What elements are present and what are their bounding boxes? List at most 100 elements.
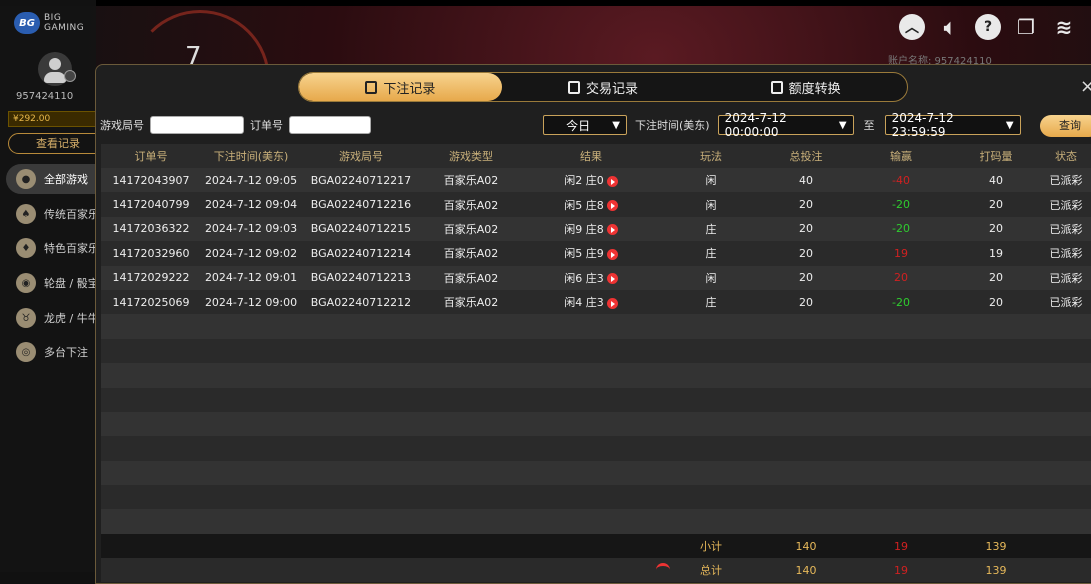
period-value: 今日 (566, 118, 591, 133)
cell-win-loss: -20 (851, 296, 951, 309)
start-time-select[interactable]: 2024-7-12 00:00:00 ▼ (717, 111, 854, 139)
cell-game-no-text: BGA02240712215 (310, 222, 412, 236)
cell-bet-time-text: 2024-7-12 09:01 (204, 271, 298, 285)
help-icon[interactable]: ? (975, 14, 1001, 40)
cell-game-no: BGA02240712215 (301, 222, 421, 235)
cell-status: 已派彩 (1041, 172, 1091, 188)
table-row: 14172036322 2024-7-12 09:03 BGA02240712215… (101, 216, 1091, 242)
tab-bet-records[interactable]: 下注记录 (299, 73, 502, 101)
cell-play-text: 庄 (705, 222, 717, 236)
sidebar-item-special-baccarat[interactable]: ♦ 特色百家乐 (6, 233, 101, 263)
cell-bet-time: 2024-7-12 09:03 (201, 222, 301, 235)
cell-status: 已派彩 (1041, 294, 1091, 310)
sidebar-item-all-games[interactable]: ● 全部游戏 (6, 164, 101, 194)
view-history-button[interactable]: 查看记录 (8, 133, 108, 154)
play-replay-icon[interactable] (606, 200, 618, 212)
cell-play-text: 庄 (705, 247, 717, 261)
cell-status: 已派彩 (1041, 221, 1091, 237)
cell-valid-bet: 20 (951, 271, 1041, 284)
cell-total-bet: 20 (761, 296, 851, 309)
cell-valid-bet: 20 (951, 198, 1041, 211)
col-status: 状态 (1055, 150, 1077, 163)
cell-game-type: 百家乐A02 (421, 294, 521, 310)
cell-result: 闲4 庄3 (521, 294, 661, 310)
logo-badge: BG (14, 12, 40, 34)
cell-result: 闲5 庄8 (521, 197, 661, 213)
cell-order-no-text: 14172043907 (112, 173, 190, 187)
cell-total-bet: 20 (761, 198, 851, 211)
sidebar-item-multi-bet[interactable]: ◎ 多台下注 (6, 337, 101, 367)
end-time-select[interactable]: 2024-7-12 23:59:59 ▼ (884, 111, 1021, 139)
coins-icon (770, 80, 783, 94)
cell-game-no-text: BGA02240712216 (310, 198, 412, 212)
roulette-icon: ◉ (16, 273, 36, 293)
sidebar-item-roulette-sicbo[interactable]: ◉ 轮盘 / 骰宝 (6, 268, 101, 298)
cell-win-loss-text: -20 (892, 222, 910, 236)
tab-label: 交易记录 (586, 81, 639, 97)
cell-win-loss: -20 (851, 222, 951, 235)
empty-row (101, 485, 1091, 510)
card-icon: ♦ (16, 238, 36, 258)
cell-status: 已派彩 (1041, 270, 1091, 286)
table-header: 订单号 下注时间(美东) 游戏局号 游戏类型 结果 玩法 总投注 输赢 打码量 … (101, 144, 1091, 168)
all-games-icon: ● (16, 169, 36, 189)
play-replay-icon[interactable] (606, 273, 618, 285)
play-replay-icon[interactable] (606, 175, 618, 187)
total-valid: 139 (985, 563, 1007, 577)
filter-bar: 游戏局号 订单号 今日 ▼ 下注时间(美东) 2024-7-12 00:00:0… (100, 111, 1091, 139)
table-row: 14172025069 2024-7-12 09:00 BGA02240712212… (101, 289, 1091, 315)
cell-play: 闲 (661, 197, 761, 213)
subtotal-row: 小计 140 19 139 (101, 534, 1091, 558)
cell-status-text: 已派彩 (1049, 222, 1083, 236)
cell-result-text: 闲4 庄3 (564, 296, 604, 310)
tab-label: 下注记录 (383, 81, 436, 97)
cell-win-loss: -20 (851, 198, 951, 211)
cell-game-no-text: BGA02240712212 (310, 295, 412, 309)
sound-icon[interactable]: 🔈︎ (937, 14, 963, 40)
subtotal-label: 小计 (700, 540, 722, 553)
sidebar-item-label: 传统百家乐 (44, 208, 99, 221)
cell-order-no: 14172043907 (101, 174, 201, 187)
total-bet: 140 (795, 563, 817, 577)
sidebar-item-dragon-tiger[interactable]: ♉ 龙虎 / 牛牛 (6, 303, 101, 333)
top-bar (0, 0, 1091, 6)
wifi-icon[interactable]: ≋ (1051, 14, 1077, 40)
cell-win-loss-text: -20 (892, 295, 910, 309)
brand-logo: BG BIG GAMING (14, 12, 84, 34)
cell-bet-time-text: 2024-7-12 09:04 (204, 198, 298, 212)
cell-game-no-text: BGA02240712217 (310, 173, 412, 187)
cell-win-loss: 20 (851, 271, 951, 284)
cell-game-type-text: 百家乐A02 (443, 222, 499, 236)
close-icon[interactable]: × (1080, 76, 1091, 97)
cell-game-no: BGA02240712217 (301, 174, 421, 187)
sidebar-item-classic-baccarat[interactable]: ♠ 传统百家乐 (6, 199, 101, 229)
cell-valid-bet-text: 20 (989, 295, 1003, 309)
cell-total-bet: 20 (761, 247, 851, 260)
query-button[interactable]: 查询 (1040, 115, 1091, 137)
cell-play-text: 闲 (705, 198, 717, 212)
collapse-icon[interactable]: ︿ (899, 14, 925, 40)
cell-win-loss: -40 (851, 174, 951, 187)
balance: ¥292.00 (8, 111, 96, 127)
cell-play-text: 闲 (705, 174, 717, 188)
copy-icon[interactable]: ❐ (1013, 14, 1039, 40)
cell-order-no: 14172040799 (101, 198, 201, 211)
play-replay-icon[interactable] (606, 248, 618, 260)
order-no-input[interactable] (289, 116, 371, 134)
period-select[interactable]: 今日 ▼ (543, 115, 627, 135)
cell-game-type-text: 百家乐A02 (443, 247, 499, 261)
empty-row (101, 314, 1091, 339)
cell-play: 庄 (661, 294, 761, 310)
tab-credit-transfer[interactable]: 额度转换 (704, 73, 907, 101)
game-no-input[interactable] (150, 116, 244, 134)
col-valid-bet: 打码量 (979, 150, 1013, 163)
play-replay-icon[interactable] (606, 224, 618, 236)
tab-transaction-records[interactable]: 交易记录 (502, 73, 705, 101)
cell-valid-bet: 40 (951, 174, 1041, 187)
play-replay-icon[interactable] (606, 297, 618, 309)
cell-game-type-text: 百家乐A02 (443, 296, 499, 310)
sidebar-item-label: 轮盘 / 骰宝 (44, 277, 99, 290)
cell-game-no: BGA02240712216 (301, 198, 421, 211)
cell-win-loss: 19 (851, 247, 951, 260)
cell-status: 已派彩 (1041, 197, 1091, 213)
